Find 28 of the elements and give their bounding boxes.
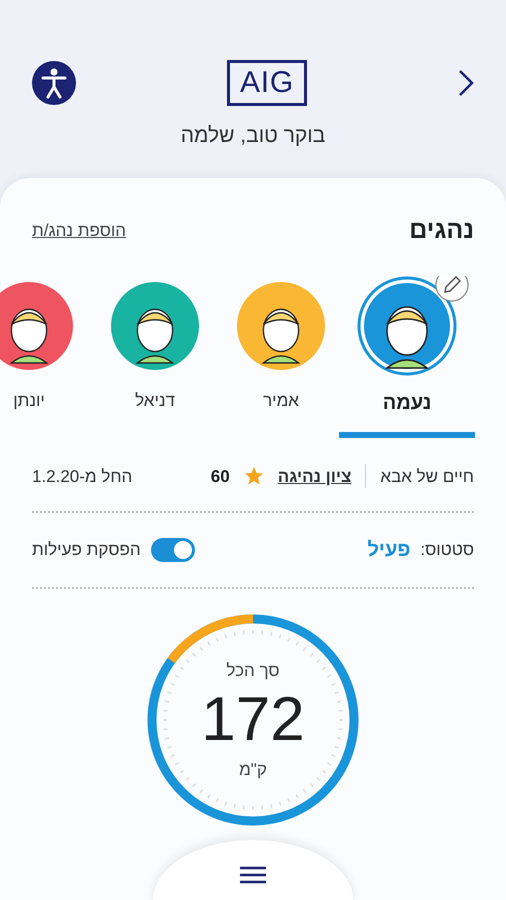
greeting-text: בוקר טוב, שלמה <box>180 123 326 149</box>
driver-avatar[interactable] <box>237 282 325 370</box>
accessibility-icon[interactable] <box>32 61 76 105</box>
edit-pencil-icon[interactable] <box>435 276 469 302</box>
driver-tab[interactable]: דניאל <box>135 388 175 433</box>
star-icon <box>244 466 264 486</box>
driver-avatar[interactable] <box>111 282 199 370</box>
toggle-label: הפסקת פעילות <box>32 539 141 562</box>
pause-toggle[interactable] <box>150 538 195 562</box>
back-chevron-icon[interactable] <box>458 69 474 97</box>
driver-tab[interactable]: יונתן <box>13 388 45 433</box>
driving-score-link[interactable]: ציון נהיגה <box>278 464 352 489</box>
gauge-title: סך הכל <box>226 660 280 682</box>
status-value: פעיל <box>367 538 410 563</box>
add-driver-link[interactable]: הוספת נהג/ת <box>32 218 126 244</box>
driver-avatar[interactable] <box>357 276 457 376</box>
menu-icon[interactable] <box>240 866 266 884</box>
start-date: החל מ-1.2.20 <box>32 466 132 488</box>
logo: AIG <box>227 60 307 106</box>
status-label: סטטוס: <box>420 539 474 562</box>
driving-score: 60 <box>210 466 230 488</box>
section-title: נהגים <box>409 215 474 246</box>
gauge-value: 172 <box>201 689 305 751</box>
driver-tab[interactable]: אמיר <box>263 388 299 433</box>
policy-name: חיים של אבא <box>380 466 474 488</box>
gauge-unit: ק"מ <box>239 759 267 781</box>
driver-avatar[interactable] <box>0 282 73 370</box>
driver-tab[interactable]: נעמה <box>339 388 475 438</box>
